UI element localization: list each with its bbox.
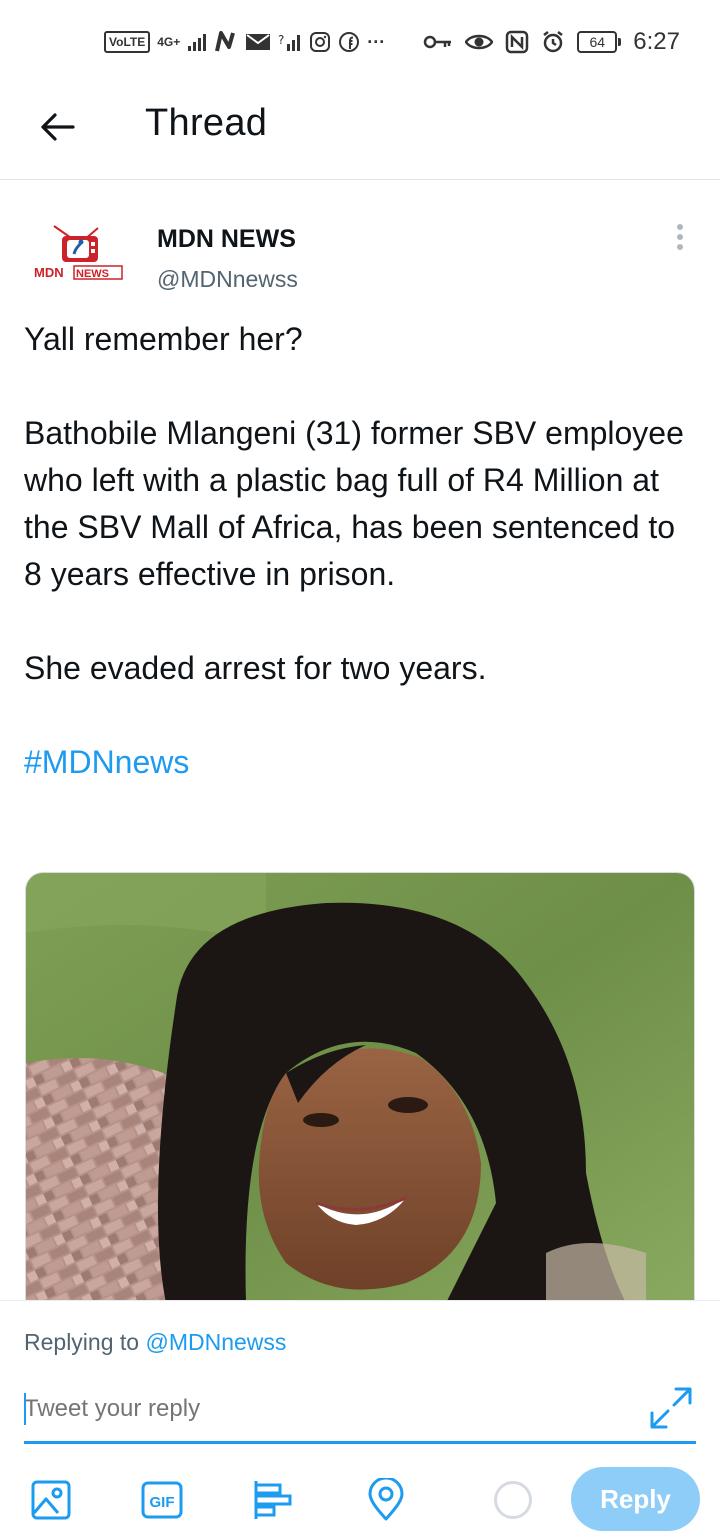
mail-icon xyxy=(246,34,271,50)
avatar[interactable]: MDN NEWS xyxy=(32,222,124,282)
gif-icon: GIF xyxy=(141,1481,183,1519)
svg-text:MDN: MDN xyxy=(34,265,64,280)
tweet-header: MDN NEWS MDN NEWS @MDNnewss xyxy=(0,180,720,300)
poll-icon xyxy=(254,1481,292,1519)
signal-unknown-icon: ? xyxy=(278,33,301,51)
reply-button[interactable]: Reply xyxy=(571,1467,700,1531)
mdn-logo-icon: MDN NEWS xyxy=(34,225,123,280)
text-cursor xyxy=(24,1393,26,1425)
page-title: Thread xyxy=(145,102,268,144)
tweet-photo[interactable] xyxy=(25,872,695,1302)
svg-text:NEWS: NEWS xyxy=(76,268,109,280)
back-button[interactable] xyxy=(36,106,78,148)
eye-icon xyxy=(465,34,494,50)
more-vertical-icon xyxy=(677,244,683,250)
author-handle[interactable]: @MDNnewss xyxy=(157,266,298,293)
status-right-icons: 64 6:27 xyxy=(423,28,680,56)
status-left-icons: VoLTE 4G+ ? ··· xyxy=(104,28,385,56)
nfc-icon xyxy=(506,30,529,54)
volte-badge: VoLTE xyxy=(104,31,151,53)
image-icon xyxy=(31,1480,71,1520)
status-time: 6:27 xyxy=(633,28,680,55)
key-icon xyxy=(424,35,452,49)
add-gif-button[interactable]: GIF xyxy=(139,1477,185,1523)
author-name[interactable]: MDN NEWS xyxy=(157,225,296,254)
more-vertical-icon xyxy=(677,234,683,240)
replying-prefix: Replying to xyxy=(24,1329,140,1355)
facebook-icon xyxy=(339,32,360,52)
signal-icon xyxy=(188,34,207,51)
tweet-line-intro: Yall remember her? xyxy=(24,321,303,357)
hashtag-link[interactable]: #MDNnews xyxy=(24,739,704,786)
status-bar: VoLTE 4G+ ? ··· 64 6:27 xyxy=(0,0,720,84)
gif-icon-label: GIF xyxy=(150,1494,175,1511)
character-count-ring xyxy=(494,1481,532,1519)
input-underline xyxy=(24,1441,696,1444)
add-image-button[interactable] xyxy=(28,1477,74,1523)
more-vertical-icon xyxy=(677,224,683,230)
replying-handle-link[interactable]: @MDNnewss xyxy=(145,1329,286,1355)
more-options-button[interactable] xyxy=(668,220,692,254)
network-type: 4G+ xyxy=(157,35,181,49)
arrow-left-icon xyxy=(41,113,75,141)
svg-text:?: ? xyxy=(278,33,284,47)
add-location-button[interactable] xyxy=(363,1477,409,1523)
instagram-icon xyxy=(310,32,331,52)
expand-composer-button[interactable] xyxy=(648,1385,694,1431)
battery-indicator: 64 xyxy=(577,31,622,53)
add-poll-button[interactable] xyxy=(250,1477,296,1523)
expand-icon xyxy=(650,1387,692,1429)
more-notifications: ··· xyxy=(367,32,386,52)
replying-to-label: Replying to @MDNnewss xyxy=(24,1329,286,1356)
reply-composer: Replying to @MDNnewss GIF xyxy=(0,1300,720,1540)
tweet-line-evaded: She evaded arrest for two years. xyxy=(24,650,487,686)
photo-image xyxy=(26,873,694,1302)
app-header: Thread xyxy=(0,84,720,180)
alarm-icon xyxy=(543,31,564,53)
tweet-text: Yall remember her? Bathobile Mlangeni (3… xyxy=(24,316,704,786)
tweet-paragraph-main: Bathobile Mlangeni (31) former SBV emplo… xyxy=(24,415,684,592)
nfc-n-icon xyxy=(215,31,236,52)
reply-input[interactable] xyxy=(24,1389,624,1429)
location-pin-icon xyxy=(368,1478,404,1521)
